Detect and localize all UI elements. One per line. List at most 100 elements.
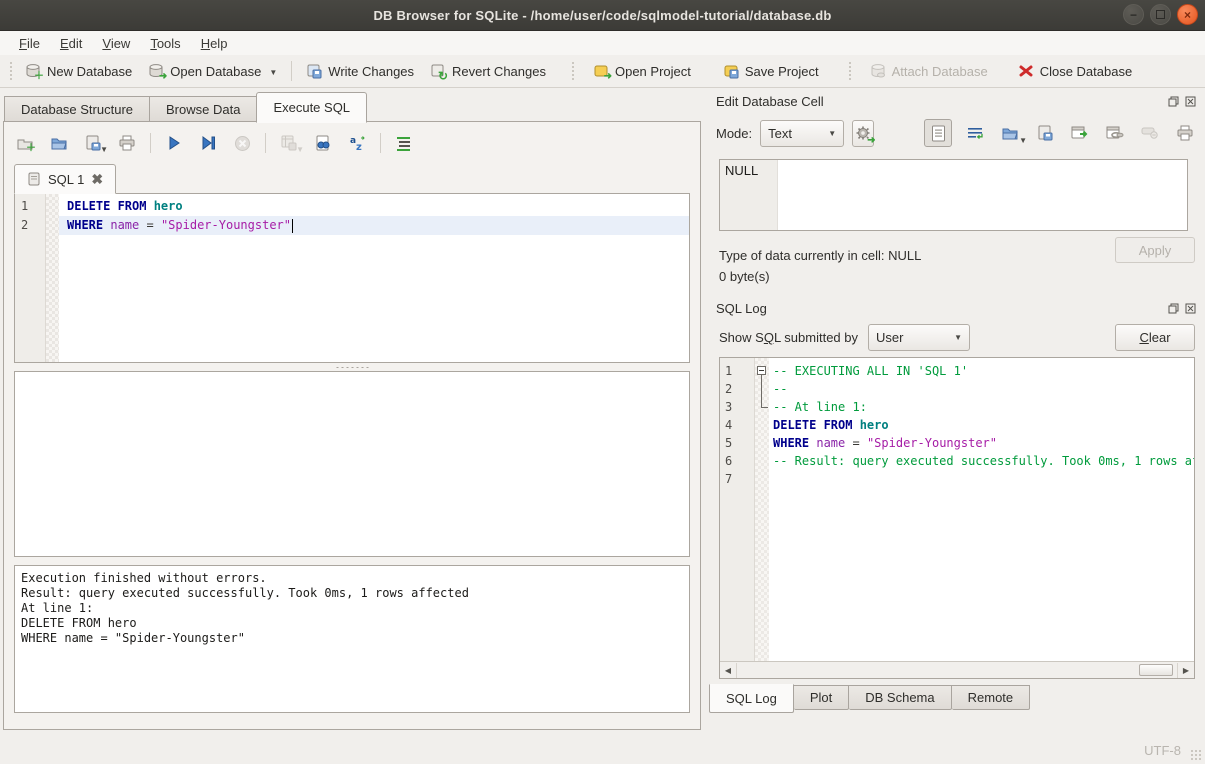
new-sql-tab-button[interactable]: ＋ xyxy=(14,132,36,154)
word-wrap-button[interactable] xyxy=(963,121,987,145)
save-project-button[interactable]: Save Project xyxy=(715,59,827,83)
toolbar-grip[interactable] xyxy=(8,60,13,82)
maximize-button[interactable] xyxy=(1150,4,1171,25)
tab-db-schema[interactable]: DB Schema xyxy=(849,685,951,710)
sql-log-main: 1234567 -- EXECUTING ALL IN 'SQL 1'---- … xyxy=(720,358,1194,661)
tab-sql-log[interactable]: SQL Log xyxy=(709,684,794,713)
tab-execute-sql[interactable]: Execute SQL xyxy=(256,92,367,123)
toolbar-separator xyxy=(265,133,266,153)
close-dock-icon[interactable] xyxy=(1184,302,1197,315)
encoding-indicator[interactable]: UTF-8 xyxy=(1144,743,1181,758)
open-url-button[interactable] xyxy=(1103,121,1127,145)
cell-edit-area[interactable] xyxy=(778,160,1187,230)
window-title: DB Browser for SQLite - /home/user/code/… xyxy=(373,8,831,23)
splitter-handle xyxy=(335,366,369,369)
menu-help[interactable]: Help xyxy=(192,34,237,53)
open-in-external-button[interactable] xyxy=(1068,121,1092,145)
sql-editor[interactable]: 12 DELETE FROM heroWHERE name = "Spider-… xyxy=(14,193,690,363)
submitted-by-select[interactable]: User▼ xyxy=(868,324,970,351)
toolbar-grip[interactable] xyxy=(847,60,852,82)
toolbar-grip[interactable] xyxy=(570,60,575,82)
mode-auto-switch-button[interactable]: ➜ xyxy=(852,120,874,147)
execute-current-line-button[interactable] xyxy=(197,132,219,154)
tab-remote[interactable]: Remote xyxy=(952,685,1031,710)
mode-select[interactable]: Text▼ xyxy=(760,120,844,147)
save-sql-file-button[interactable]: ▼ xyxy=(82,132,104,154)
window-controls: − × xyxy=(1123,4,1198,25)
open-project-button[interactable]: ➜ Open Project xyxy=(585,59,699,83)
open-sql-file-button[interactable] xyxy=(48,132,70,154)
close-database-button[interactable]: Close Database xyxy=(1010,59,1141,83)
editor-line-numbers: 12 xyxy=(15,194,46,362)
log-horizontal-scrollbar[interactable]: ◀ ▶ xyxy=(720,661,1194,678)
execute-sql-button[interactable] xyxy=(163,132,185,154)
import-cell-data-button[interactable]: ▼ xyxy=(998,121,1022,145)
scroll-left-icon[interactable]: ◀ xyxy=(720,663,737,678)
execute-sql-panel: ＋ ▼ xyxy=(3,121,701,730)
log-line-numbers: 1234567 xyxy=(720,358,755,661)
scroll-track[interactable] xyxy=(737,663,1177,678)
dock-controls xyxy=(1167,95,1199,108)
resize-grip[interactable] xyxy=(1190,749,1202,761)
print-cell-button[interactable] xyxy=(1173,121,1197,145)
float-dock-icon[interactable] xyxy=(1167,95,1180,108)
left-pane: Database Structure Browse Data Execute S… xyxy=(0,88,704,735)
float-dock-icon[interactable] xyxy=(1167,302,1180,315)
new-database-button[interactable]: ＋ New Database xyxy=(17,59,140,83)
format-sql-button[interactable]: az xyxy=(346,132,368,154)
titlebar: DB Browser for SQLite - /home/user/code/… xyxy=(0,0,1205,31)
open-project-icon: ➜ xyxy=(593,63,609,79)
editor-code-area[interactable]: DELETE FROM heroWHERE name = "Spider-You… xyxy=(59,194,689,362)
clear-log-button[interactable]: Clear xyxy=(1115,324,1195,351)
sql-log-box: 1234567 -- EXECUTING ALL IN 'SQL 1'---- … xyxy=(719,357,1195,679)
close-dock-icon[interactable] xyxy=(1184,95,1197,108)
editor-fold-margin xyxy=(46,194,59,362)
find-in-sql-button[interactable] xyxy=(312,132,334,154)
scroll-thumb[interactable] xyxy=(1139,664,1173,676)
chevron-down-icon[interactable]: ▼ xyxy=(100,145,108,156)
tab-database-structure[interactable]: Database Structure xyxy=(4,96,149,122)
toolbar-separator xyxy=(380,133,381,153)
close-button[interactable]: × xyxy=(1177,4,1198,25)
app-window: DB Browser for SQLite - /home/user/code/… xyxy=(0,0,1205,764)
toggle-results-view-button[interactable] xyxy=(393,132,415,154)
menu-view[interactable]: View xyxy=(93,34,139,53)
toolbar-separator xyxy=(150,133,151,153)
arrow-badge-icon: ➜ xyxy=(159,72,167,82)
maximize-icon xyxy=(1156,10,1165,19)
tab-plot[interactable]: Plot xyxy=(794,685,849,710)
main-content: Database Structure Browse Data Execute S… xyxy=(0,88,1205,735)
sql-tab[interactable]: SQL 1 ✖ xyxy=(14,164,116,194)
close-database-icon xyxy=(1018,63,1034,79)
close-icon[interactable]: ✖ xyxy=(91,173,103,185)
pane-splitter[interactable] xyxy=(4,363,700,371)
mode-label: Mode: xyxy=(716,126,752,141)
execution-log: Execution finished without errors. Resul… xyxy=(14,565,690,713)
chevron-down-icon[interactable]: ▼ xyxy=(269,68,277,79)
menu-file[interactable]: File xyxy=(10,34,49,53)
main-tab-bar: Database Structure Browse Data Execute S… xyxy=(4,90,367,122)
write-changes-button[interactable]: Write Changes xyxy=(298,59,422,83)
revert-changes-button[interactable]: ↻ Revert Changes xyxy=(422,59,554,83)
arrow-badge-icon: ➜ xyxy=(867,136,875,146)
minimize-button[interactable]: − xyxy=(1123,4,1144,25)
menu-edit[interactable]: Edit xyxy=(51,34,91,53)
results-pane[interactable] xyxy=(14,371,690,557)
scroll-right-icon[interactable]: ▶ xyxy=(1177,663,1194,678)
text-mode-button[interactable] xyxy=(924,119,952,147)
log-code-area: -- EXECUTING ALL IN 'SQL 1'---- At line … xyxy=(769,358,1194,661)
open-database-button[interactable]: ➜ Open Database ▼ xyxy=(140,59,285,83)
filter-label: Show SQL submitted by xyxy=(719,330,858,345)
tab-browse-data[interactable]: Browse Data xyxy=(149,96,256,122)
log-fold-margin[interactable] xyxy=(755,358,769,661)
cell-editor-box[interactable]: NULL xyxy=(719,159,1188,231)
menu-tools[interactable]: Tools xyxy=(141,34,189,53)
bottom-tab-bar: SQL Log Plot DB Schema Remote xyxy=(706,685,1205,713)
toolbar-separator xyxy=(291,61,292,81)
cell-mode-row: Mode: Text▼ ➜ xyxy=(706,109,1205,147)
export-cell-data-button[interactable] xyxy=(1033,121,1057,145)
sql-log-title: SQL Log xyxy=(716,301,767,316)
stop-execution-button xyxy=(231,132,253,154)
chevron-down-icon[interactable]: ▼ xyxy=(1019,136,1027,147)
print-button[interactable] xyxy=(116,132,138,154)
